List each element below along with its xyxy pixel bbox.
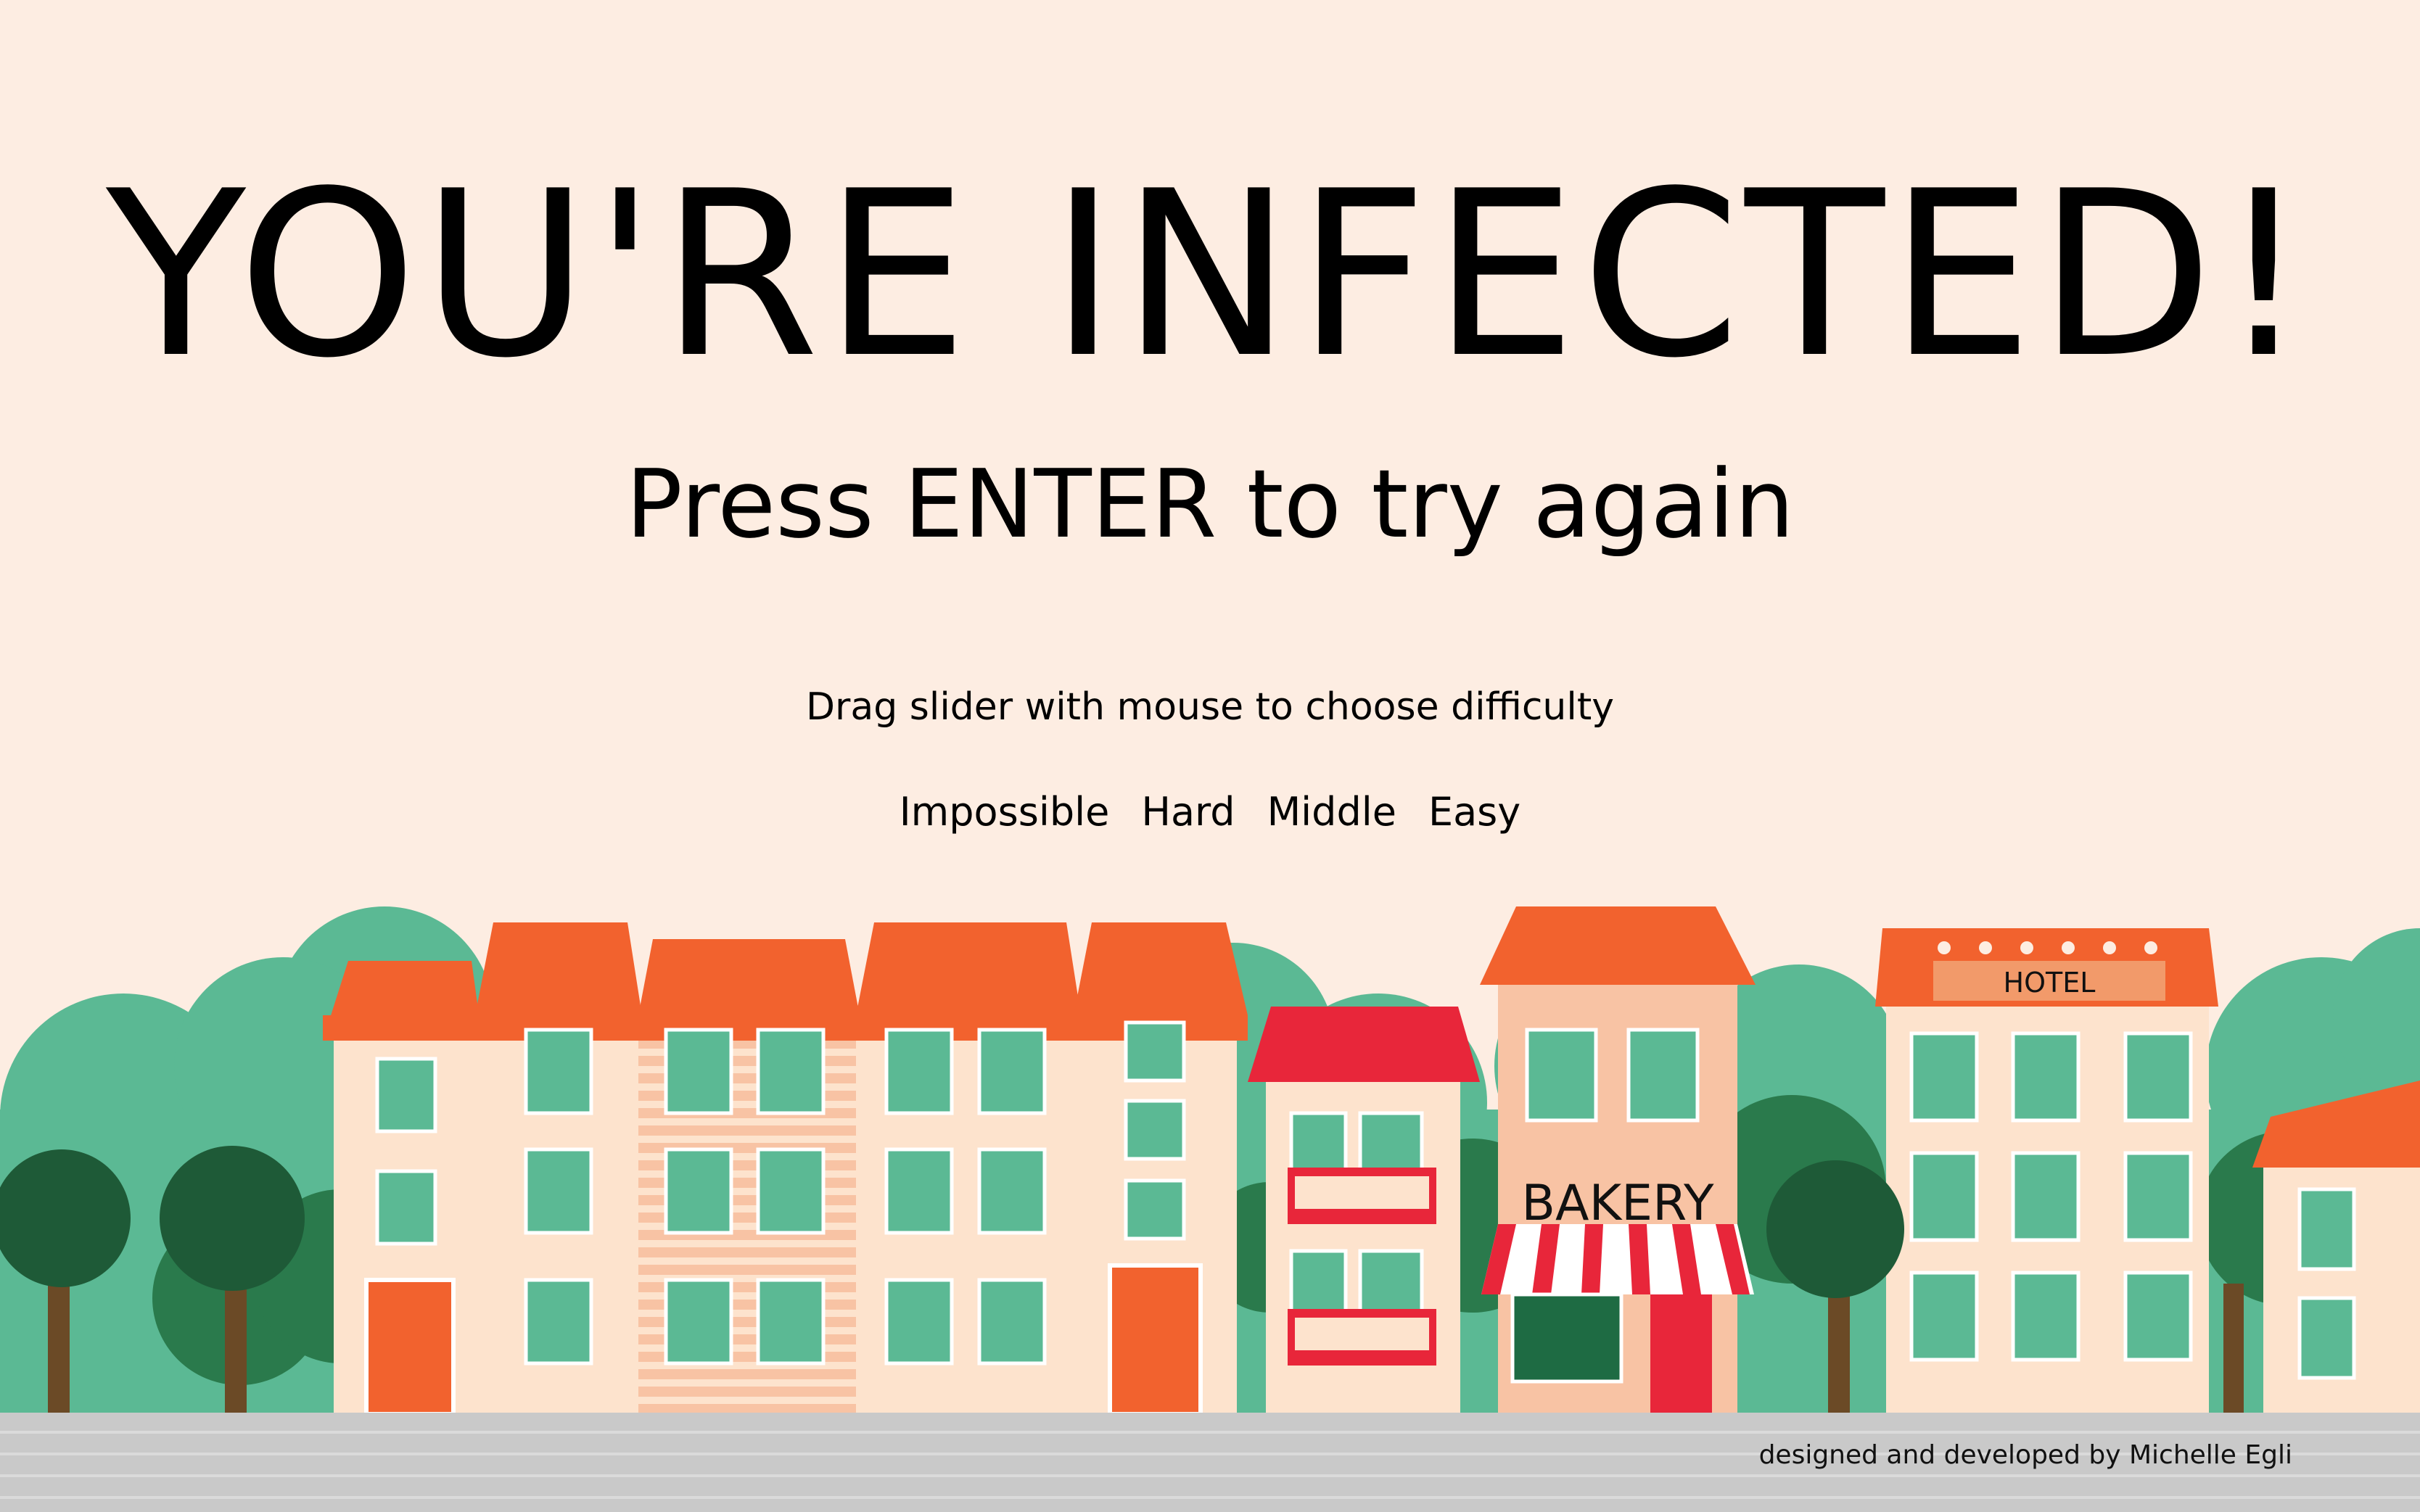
retry-prompt: Press ENTER to try again [625, 449, 1795, 559]
difficulty-option-hard[interactable]: Hard [1141, 787, 1235, 838]
bakery-sign: BAKERY [1521, 1175, 1714, 1232]
difficulty-option-easy[interactable]: Easy [1428, 787, 1520, 838]
designer-credit: designed and developed by Michelle Egli [1758, 1440, 2292, 1470]
difficulty-slider[interactable]: Impossible Hard Middle Easy [0, 787, 2420, 838]
red-roof-house [1248, 1007, 1480, 1414]
game-over-title: YOU'RE INFECTED! [106, 143, 2314, 408]
difficulty-option-middle[interactable]: Middle [1267, 787, 1396, 838]
apartment-block [323, 922, 1248, 1416]
hotel-building [1875, 928, 2218, 1414]
small-house [2252, 1081, 2420, 1414]
bakery-building [1480, 906, 1756, 1414]
difficulty-instruction: Drag slider with mouse to choose difficu… [805, 685, 1614, 729]
difficulty-option-impossible[interactable]: Impossible [900, 787, 1110, 838]
hotel-sign: HOTEL [2004, 967, 2096, 999]
